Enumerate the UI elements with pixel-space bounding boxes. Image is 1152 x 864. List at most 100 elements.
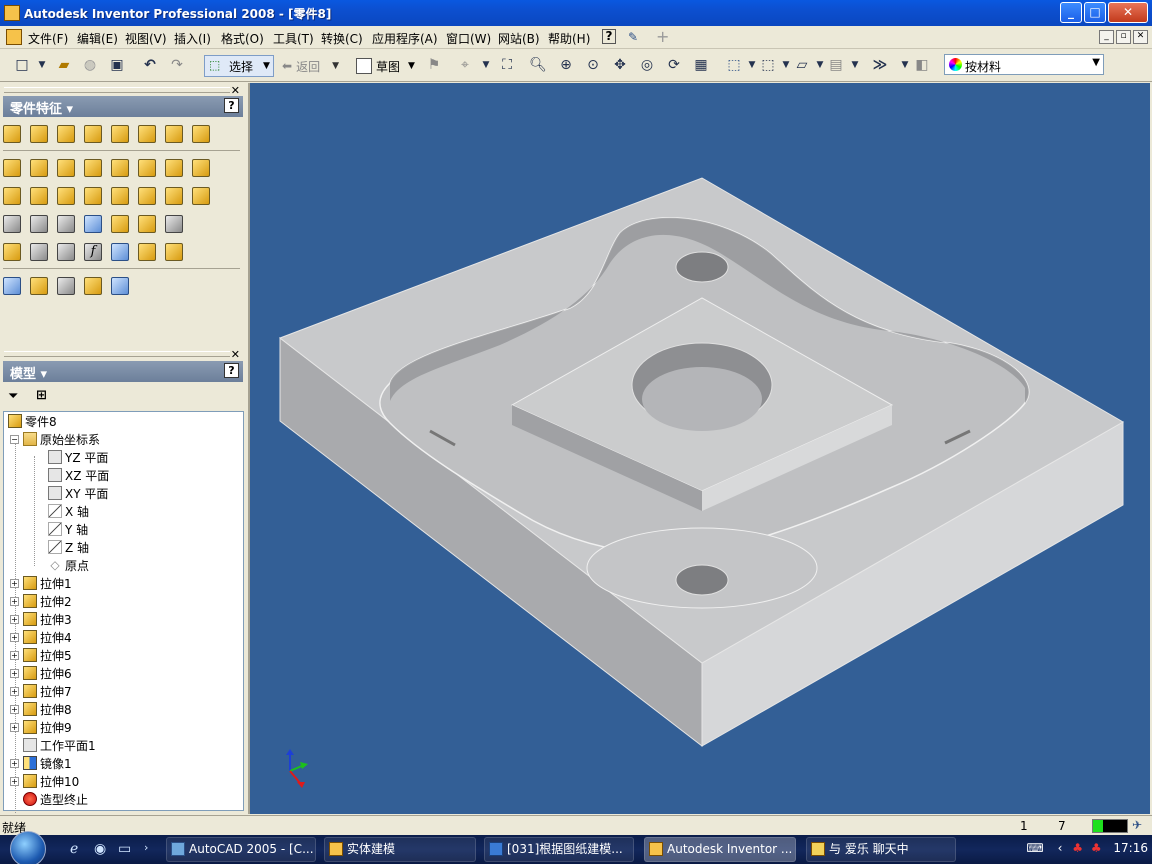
circular-pattern-icon[interactable]: [30, 215, 48, 233]
work-axis-icon[interactable]: [57, 243, 75, 261]
measure-icon[interactable]: ⌖: [455, 55, 475, 75]
loft-icon[interactable]: [138, 125, 156, 143]
info-icon[interactable]: [165, 243, 183, 261]
display-style-icon[interactable]: ⬚: [758, 55, 778, 75]
back-button[interactable]: ⬅ 返回 ▼: [282, 55, 339, 77]
lip-icon[interactable]: [138, 215, 156, 233]
rule-fillet-icon[interactable]: [111, 215, 129, 233]
browser-feature-extrude7[interactable]: + 拉伸7: [10, 682, 72, 700]
update-icon[interactable]: ⚑: [424, 55, 444, 75]
mirror-icon[interactable]: [84, 215, 102, 233]
thicken-icon[interactable]: [165, 159, 183, 177]
expand-icon[interactable]: +: [10, 668, 19, 678]
expand-icon[interactable]: +: [10, 596, 19, 606]
browser-feature-mirror1[interactable]: + 镜像1: [10, 754, 72, 772]
graphics-viewport[interactable]: [248, 83, 1150, 814]
insert-ifeature-icon[interactable]: [57, 277, 75, 295]
sweep-icon[interactable]: [165, 125, 183, 143]
face-draft-icon[interactable]: [84, 159, 102, 177]
shell-icon[interactable]: [84, 125, 102, 143]
browser-feature-extrude2[interactable]: + 拉伸2: [10, 592, 72, 610]
panel-grip[interactable]: [4, 351, 230, 357]
save-icon[interactable]: ▣: [107, 55, 127, 75]
document-icon[interactable]: [6, 29, 22, 45]
forward-icon[interactable]: ≫: [870, 55, 890, 75]
zoom-selected-icon[interactable]: ⊙: [583, 55, 603, 75]
project-icon[interactable]: ◍: [80, 55, 100, 75]
thread-icon[interactable]: [3, 159, 21, 177]
section-icon[interactable]: ▤: [826, 55, 846, 75]
keyboard-icon[interactable]: ⌨: [1026, 841, 1043, 855]
browser-item-xz-plane[interactable]: XZ 平面: [48, 466, 109, 484]
menu-help[interactable]: 帮助(H): [548, 30, 590, 47]
task-inventor[interactable]: Autodesk Inventor ...: [644, 837, 796, 862]
browser-feature-extrude3[interactable]: + 拉伸3: [10, 610, 72, 628]
panel-grip[interactable]: [4, 87, 230, 93]
qq-icon[interactable]: ♣: [1072, 841, 1083, 855]
look-at-icon[interactable]: ◎: [637, 55, 657, 75]
zoom-window-icon[interactable]: ⊕: [556, 55, 576, 75]
browser-item-yz-plane[interactable]: YZ 平面: [48, 448, 108, 466]
open-icon[interactable]: ▰: [54, 55, 74, 75]
new-dropdown-icon[interactable]: ▼: [32, 55, 52, 75]
model-panel-header[interactable]: 模型 ▾ ?: [3, 361, 243, 382]
zoom-all-icon[interactable]: ⛶: [497, 55, 517, 75]
fillet-icon[interactable]: [30, 159, 48, 177]
assistant-icon[interactable]: ✎: [628, 30, 638, 44]
redo-icon[interactable]: ↷: [167, 55, 187, 75]
browser-feature-extrude1[interactable]: + 拉伸1: [10, 574, 72, 592]
browser-item-y-axis[interactable]: Y 轴: [48, 520, 88, 538]
move-face-icon[interactable]: [138, 159, 156, 177]
boss-icon[interactable]: [165, 215, 183, 233]
wireless-icon[interactable]: ✈: [1132, 818, 1142, 832]
shadow-icon[interactable]: ▱: [792, 55, 812, 75]
menu-view[interactable]: 视图(V): [125, 30, 167, 47]
rotate-icon[interactable]: ⟳: [664, 55, 684, 75]
maximize-button[interactable]: □: [1084, 2, 1106, 23]
browser-item-x-axis[interactable]: X 轴: [48, 502, 89, 520]
menu-format[interactable]: 格式(O): [221, 30, 264, 47]
more-icon[interactable]: ›: [144, 841, 148, 854]
menu-tools[interactable]: 工具(T): [273, 30, 314, 47]
expand-icon[interactable]: +: [10, 776, 19, 786]
menu-website[interactable]: 网站(B): [498, 30, 540, 47]
expand-icon[interactable]: +: [10, 650, 19, 660]
find-icon[interactable]: ⊞: [36, 388, 47, 403]
sketch-pattern-icon[interactable]: [57, 215, 75, 233]
work-plane-icon[interactable]: [30, 243, 48, 261]
material-combo[interactable]: 按材料 ▼: [944, 54, 1104, 75]
task-folder[interactable]: 实体建模: [324, 837, 476, 862]
create-component-icon[interactable]: [3, 277, 21, 295]
new-icon[interactable]: □: [12, 55, 32, 75]
browser-feature-work-plane1[interactable]: 工作平面1: [23, 736, 96, 754]
task-autocad[interactable]: AutoCAD 2005 - [C...: [166, 837, 316, 862]
browser-feature-extrude10[interactable]: + 拉伸10: [10, 772, 79, 790]
menu-applications[interactable]: 应用程序(A): [372, 30, 438, 47]
browser-feature-extrude9[interactable]: + 拉伸9: [10, 718, 72, 736]
chamfer-icon[interactable]: [57, 159, 75, 177]
menu-insert[interactable]: 插入(I): [174, 30, 211, 47]
browser-feature-extrude4[interactable]: + 拉伸4: [10, 628, 72, 646]
decal-icon[interactable]: [3, 187, 21, 205]
menu-edit[interactable]: 编辑(E): [77, 30, 118, 47]
view-cube-icon[interactable]: ⬚: [724, 55, 744, 75]
tray-expand-icon[interactable]: ‹: [1058, 841, 1063, 855]
ie-icon[interactable]: ℯ: [70, 841, 78, 857]
extrude-icon[interactable]: [3, 125, 21, 143]
qq-icon[interactable]: ♣: [1091, 841, 1102, 855]
expand-icon[interactable]: +: [10, 614, 19, 624]
coil-icon[interactable]: [192, 125, 210, 143]
expand-icon[interactable]: +: [10, 758, 19, 768]
section-dropdown-icon[interactable]: ▼: [845, 55, 865, 75]
browser-feature-extrude6[interactable]: + 拉伸6: [10, 664, 72, 682]
task-chat[interactable]: 与 爱乐 聊天中: [806, 837, 956, 862]
grill-icon[interactable]: [165, 187, 183, 205]
split-icon[interactable]: [111, 159, 129, 177]
menu-convert[interactable]: 转换(C): [321, 30, 363, 47]
browser-item-z-axis[interactable]: Z 轴: [48, 538, 89, 556]
delete-face-icon[interactable]: [57, 187, 75, 205]
sketch-button[interactable]: 草图 ▼: [356, 55, 415, 77]
menu-file[interactable]: 文件(F): [28, 30, 68, 47]
browser-item-origin-point[interactable]: ◇ 原点: [48, 556, 89, 574]
add-icon[interactable]: +: [656, 27, 669, 46]
